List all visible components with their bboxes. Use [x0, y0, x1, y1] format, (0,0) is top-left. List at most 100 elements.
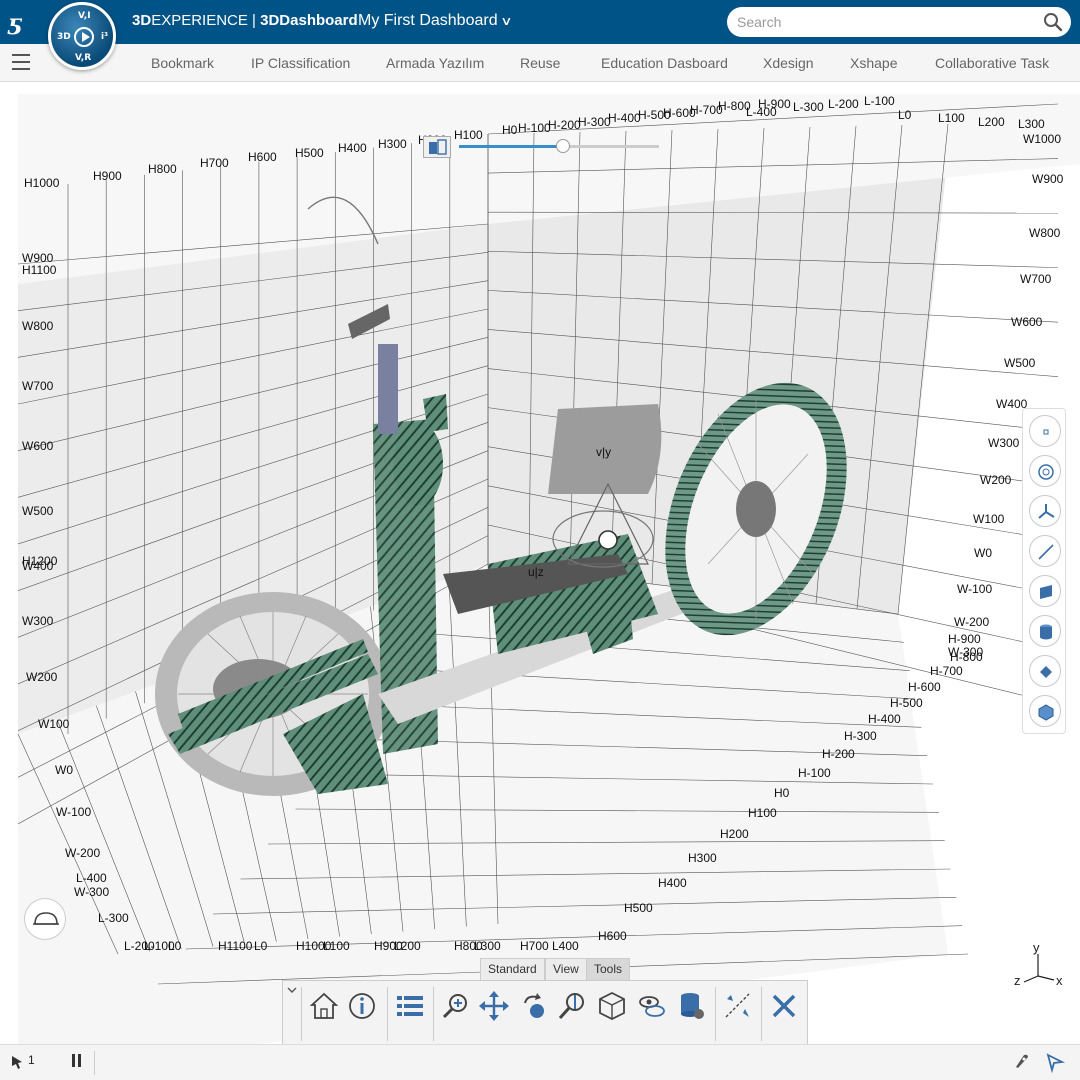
tree-list-icon[interactable]: [393, 989, 427, 1023]
right-grid-label: H-900: [948, 632, 981, 646]
zoom-area-icon[interactable]: [439, 989, 473, 1023]
dashboard-title-dropdown[interactable]: My First Dashboard ∨: [358, 12, 513, 30]
top-grid-label: H-100: [518, 121, 551, 135]
bottom-grid-label: L400: [552, 939, 579, 953]
section-view-icon[interactable]: [423, 136, 451, 158]
triad-y-label: y: [1033, 940, 1040, 955]
right-grid-label: W0: [974, 546, 992, 560]
search-icon[interactable]: [1043, 12, 1063, 32]
right-grid-label: W500: [1004, 356, 1036, 370]
left-grid-label: L-300: [98, 911, 129, 925]
svg-text:ƽ: ƽ: [7, 10, 23, 36]
left-grid-label: W-300: [74, 885, 109, 899]
search-box: [727, 7, 1071, 37]
right-toolbar: [1022, 408, 1066, 734]
right-grid-label: H200: [720, 827, 749, 841]
left-grid-label: W-200: [65, 846, 100, 860]
chevron-down-icon: ∨: [499, 14, 513, 28]
right-grid-label: W200: [980, 473, 1012, 487]
left-grid-label: W500: [22, 504, 54, 518]
circle-icon[interactable]: [1029, 455, 1061, 487]
slider-track[interactable]: [459, 139, 659, 153]
triad-z-label: z: [1014, 973, 1021, 988]
brand-separator: |: [247, 12, 261, 29]
right-grid-label: H100: [748, 806, 777, 820]
collapse-chevron-icon[interactable]: [286, 985, 298, 995]
cube-view-icon[interactable]: [595, 989, 629, 1023]
hide-show-icon[interactable]: [635, 989, 669, 1023]
top-grid-label: L-200: [828, 97, 859, 111]
left-grid-label: W-100: [56, 805, 91, 819]
measure-icon[interactable]: [721, 989, 755, 1023]
tab-reuse[interactable]: Reuse: [520, 55, 560, 71]
left-grid-label: W400: [22, 559, 54, 573]
dashboard-tab-bar: Bookmark IP Classification Armada Yazılı…: [0, 44, 1080, 82]
close-icon[interactable]: [767, 989, 801, 1023]
tab-view[interactable]: View: [545, 958, 587, 980]
box-icon[interactable]: [1029, 695, 1061, 727]
right-grid-label: H-500: [890, 696, 923, 710]
top-grid-label: L0: [898, 108, 912, 122]
right-grid-label: H400: [658, 876, 687, 890]
rotate-icon[interactable]: [1029, 655, 1061, 687]
info-icon[interactable]: [345, 989, 379, 1023]
tab-standard[interactable]: Standard: [480, 958, 545, 980]
pause-icon[interactable]: [72, 1054, 82, 1067]
bottom-grid-label: H700: [520, 939, 549, 953]
compass-icon[interactable]: V,I 3D i³ V,R: [48, 2, 116, 70]
slider-handle[interactable]: [556, 139, 570, 153]
axis-triad-icon: y x z: [1014, 940, 1063, 988]
tab-tools[interactable]: Tools: [586, 958, 631, 980]
right-grid-label: W-200: [954, 615, 989, 629]
top-grid-label: H500: [295, 146, 324, 160]
top-grid-label: H1000: [24, 176, 60, 190]
bottom-grid-label: L0: [254, 939, 268, 953]
pan-icon[interactable]: [477, 989, 511, 1023]
rocket-icon[interactable]: [1010, 1051, 1032, 1073]
status-bar: 1: [0, 1044, 1080, 1080]
right-grid-label: W1000: [1023, 132, 1061, 146]
right-grid-label: W800: [1029, 226, 1061, 240]
tab-armada-yazilim[interactable]: Armada Yazılım: [386, 55, 484, 71]
dassault-logo-icon[interactable]: ƽ: [6, 8, 38, 36]
tab-xdesign[interactable]: Xdesign: [763, 55, 814, 71]
navigate-icon[interactable]: [1044, 1051, 1066, 1073]
right-grid-label: H-800: [950, 650, 983, 664]
tab-education-dashboard[interactable]: Education Dasboard: [601, 55, 728, 71]
bottom-grid-label: L0: [168, 939, 182, 953]
top-grid-label: L-400: [746, 105, 777, 119]
top-grid-label: H400: [338, 141, 367, 155]
home-icon[interactable]: [307, 989, 341, 1023]
database-icon[interactable]: [675, 989, 709, 1023]
selection-icon[interactable]: [10, 1054, 26, 1070]
right-grid-label: W600: [1011, 315, 1043, 329]
tab-ip-classification[interactable]: IP Classification: [251, 55, 350, 71]
tab-xshape[interactable]: Xshape: [850, 55, 897, 71]
left-grid-label: L-400: [76, 871, 107, 885]
top-grid-label: H800: [148, 162, 177, 176]
tab-bookmark[interactable]: Bookmark: [151, 55, 214, 71]
3d-viewer[interactable]: v|y u|z H1000 H900 H800 H700 H600 H500 H400 H30…: [18, 94, 1080, 1044]
tab-collaborative-task[interactable]: Collaborative Task: [935, 55, 1049, 71]
left-grid-label: W800: [22, 319, 54, 333]
action-bar: [282, 980, 808, 1046]
zoom-icon[interactable]: [555, 989, 589, 1023]
right-grid-label: W700: [1020, 272, 1052, 286]
section-slider[interactable]: [423, 134, 663, 158]
menu-icon[interactable]: [12, 54, 30, 70]
plane-icon[interactable]: [1029, 575, 1061, 607]
search-input[interactable]: [737, 12, 1027, 32]
top-bar: ƽ 3DEXPERIENCE | 3DDashboard My First Da…: [0, 0, 1080, 44]
axis-system-icon[interactable]: [1029, 495, 1061, 527]
top-grid-label: L-100: [864, 94, 895, 108]
compass-top-label: V,I: [78, 11, 91, 21]
rotate-view-icon[interactable]: [517, 989, 551, 1023]
point-icon[interactable]: [1029, 415, 1061, 447]
cylinder-icon[interactable]: [1029, 615, 1061, 647]
collaboration-helmet-icon[interactable]: [24, 898, 66, 940]
app-brand: 3DEXPERIENCE | 3DDashboard: [132, 12, 358, 29]
left-grid-label: W100: [38, 717, 70, 731]
bottom-grid-label: H1100: [218, 939, 253, 953]
top-grid-label: H600: [248, 150, 277, 164]
line-icon[interactable]: [1029, 535, 1061, 567]
